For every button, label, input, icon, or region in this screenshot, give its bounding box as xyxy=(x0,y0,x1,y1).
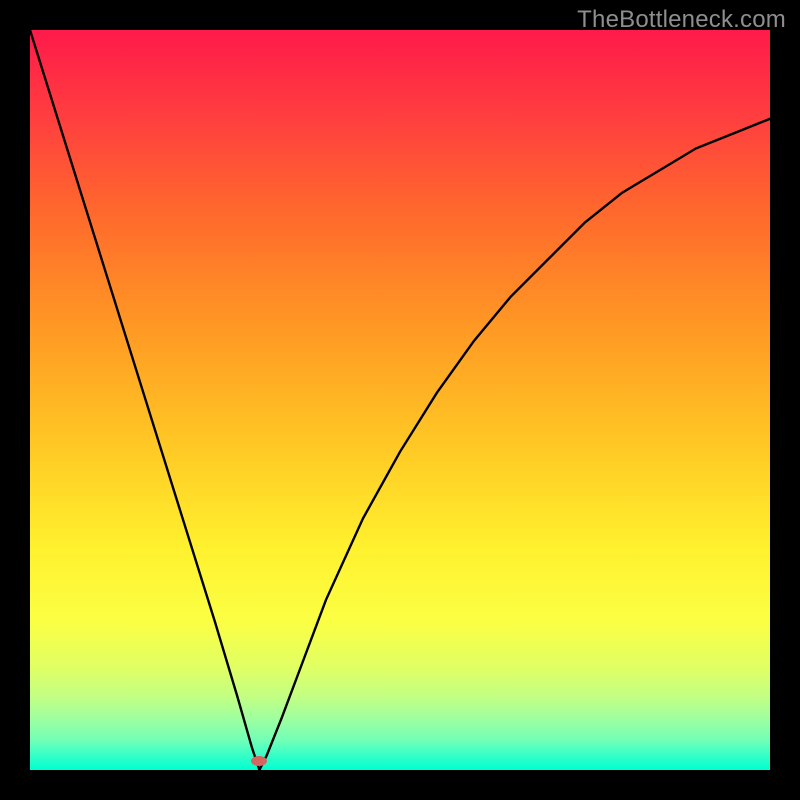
minimum-marker xyxy=(251,756,267,766)
bottleneck-curve xyxy=(30,30,770,770)
curve-svg xyxy=(30,30,770,770)
plot-area xyxy=(30,30,770,770)
chart-container: TheBottleneck.com xyxy=(0,0,800,800)
